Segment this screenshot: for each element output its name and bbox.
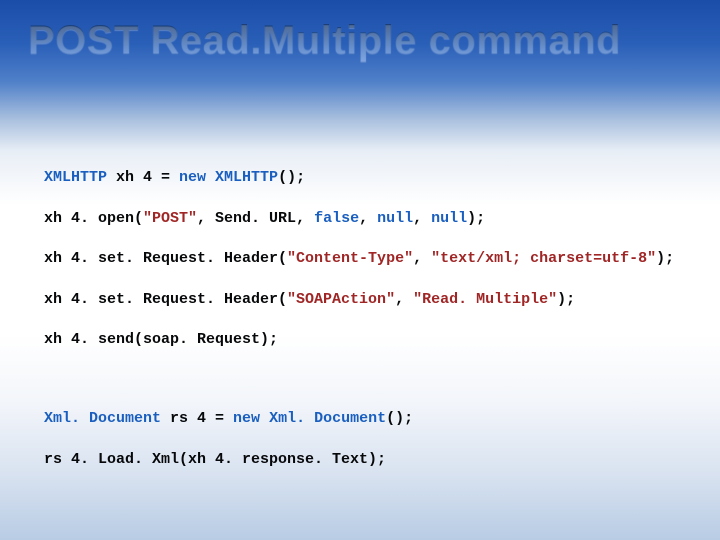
code-line-5: xh 4. send(soap. Request); bbox=[44, 330, 690, 350]
type-token: Xml. Document bbox=[260, 410, 386, 427]
type-token: XMLHTTP bbox=[206, 169, 278, 186]
keyword-token: new bbox=[179, 169, 206, 186]
keyword-token: new bbox=[233, 410, 260, 427]
code-line-6: Xml. Document rs 4 = new Xml. Document()… bbox=[44, 409, 690, 429]
code-line-3: xh 4. set. Request. Header("Content-Type… bbox=[44, 249, 690, 269]
code-text: ); bbox=[557, 291, 575, 308]
code-text: , Send. URL, bbox=[197, 210, 314, 227]
code-line-7: rs 4. Load. Xml(xh 4. response. Text); bbox=[44, 450, 690, 470]
code-text: xh 4. set. Request. Header( bbox=[44, 291, 287, 308]
code-text: , bbox=[413, 250, 431, 267]
code-text: rs 4. Load. Xml(xh 4. response. Text); bbox=[44, 451, 386, 468]
string-token: "text/xml; charset=utf-8" bbox=[431, 250, 656, 267]
type-token: Xml. Document bbox=[44, 410, 161, 427]
code-text: , bbox=[395, 291, 413, 308]
code-text: (); bbox=[278, 169, 305, 186]
code-text: rs 4 = bbox=[161, 410, 233, 427]
code-area: XMLHTTP xh 4 = new XMLHTTP(); xh 4. open… bbox=[44, 148, 690, 490]
code-text: xh 4 = bbox=[107, 169, 179, 186]
string-token: "POST" bbox=[143, 210, 197, 227]
code-text: , bbox=[413, 210, 431, 227]
code-line-2: xh 4. open("POST", Send. URL, false, nul… bbox=[44, 209, 690, 229]
code-line-1: XMLHTTP xh 4 = new XMLHTTP(); bbox=[44, 168, 690, 188]
code-text: xh 4. open( bbox=[44, 210, 143, 227]
keyword-token: null bbox=[377, 210, 413, 227]
code-text: xh 4. send(soap. Request); bbox=[44, 331, 278, 348]
code-text: , bbox=[359, 210, 377, 227]
string-token: "Content-Type" bbox=[287, 250, 413, 267]
string-token: "Read. Multiple" bbox=[413, 291, 557, 308]
type-token: XMLHTTP bbox=[44, 169, 107, 186]
code-gap bbox=[44, 371, 690, 389]
string-token: "SOAPAction" bbox=[287, 291, 395, 308]
code-text: ); bbox=[467, 210, 485, 227]
slide-title: POST Read.Multiple command bbox=[28, 18, 621, 63]
code-text: xh 4. set. Request. Header( bbox=[44, 250, 287, 267]
keyword-token: null bbox=[431, 210, 467, 227]
keyword-token: false bbox=[314, 210, 359, 227]
code-text: ); bbox=[656, 250, 674, 267]
code-line-4: xh 4. set. Request. Header("SOAPAction",… bbox=[44, 290, 690, 310]
code-text: (); bbox=[386, 410, 413, 427]
